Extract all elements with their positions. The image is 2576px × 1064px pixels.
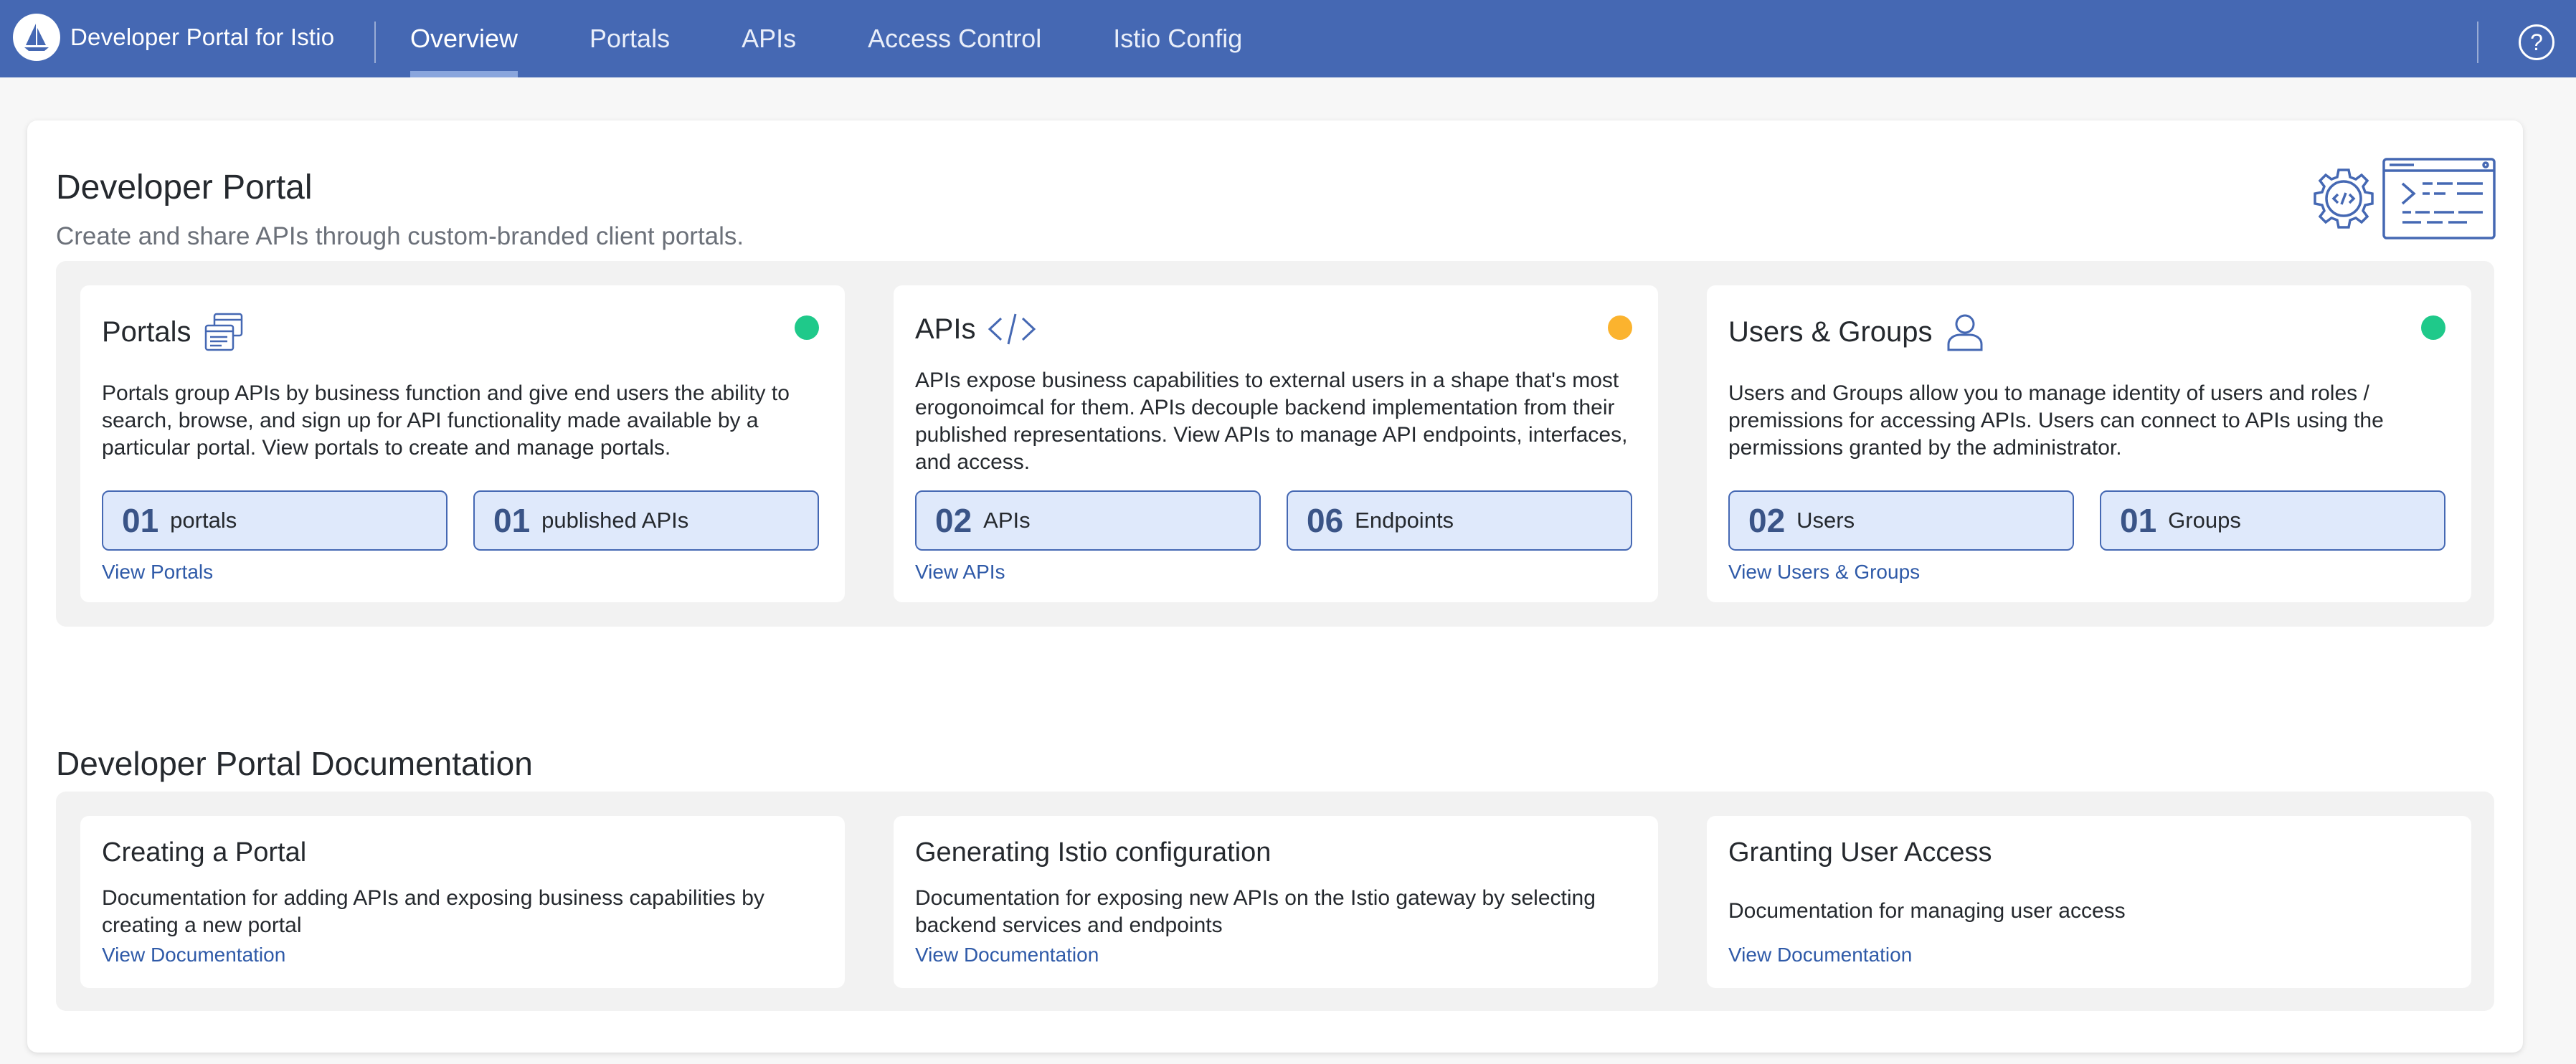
stat-label: portals [170,508,237,533]
main-nav: Overview Portals APIs Access Control Ist… [376,0,1242,77]
doc-description: Documentation for exposing new APIs on t… [915,886,1596,937]
help-divider [2477,22,2478,63]
portals-card-title: Portals [102,315,191,348]
stat-number: 01 [2120,502,2157,539]
user-icon [1944,311,1986,353]
stat-label: Endpoints [1355,508,1454,533]
users-groups-description: Users and Groups allow you to manage ide… [1728,381,2384,460]
users-groups-card-title: Users & Groups [1728,315,1933,348]
page-subtitle: Create and share APIs through custom-bra… [56,222,744,250]
users-count-stat: 02 Users [1728,490,2074,551]
gear-code-icon [2311,166,2377,235]
summary-section: Portals Portals group APIs by business f… [56,261,2494,627]
docs-section: Creating a Portal Documentation for addi… [56,792,2494,1011]
stat-label: Users [1796,508,1855,533]
portals-card-header: Portals [102,311,245,353]
tab-apis[interactable]: APIs [742,0,796,77]
page-title: Developer Portal [56,168,313,206]
portals-count-stat: 01 portals [102,490,448,551]
users-groups-status-dot [2421,315,2445,340]
endpoints-count-stat: 06 Endpoints [1287,490,1632,551]
doc-card-creating-portal: Creating a Portal Documentation for addi… [80,816,845,988]
portals-card: Portals Portals group APIs by business f… [80,285,845,602]
users-groups-card: Users & Groups Users and Groups allow yo… [1707,285,2471,602]
apis-card-header: APIs [915,311,1037,347]
apis-description: APIs expose business capabilities to ext… [915,369,1628,474]
portals-description: Portals group APIs by business function … [102,381,790,460]
tab-portals[interactable]: Portals [589,0,670,77]
apis-status-dot [1608,315,1632,340]
portals-status-dot [795,315,819,340]
doc-description: Documentation for managing user access [1728,899,2126,923]
doc-title: Granting User Access [1728,837,1992,868]
view-documentation-link[interactable]: View Documentation [915,944,1099,966]
app-title: Developer Portal for Istio [70,24,335,50]
view-apis-link[interactable]: View APIs [915,561,1005,584]
stat-number: 01 [122,502,159,539]
stat-number: 01 [493,502,531,539]
portals-icon [203,311,245,353]
overview-panel: Developer Portal Create and share APIs t… [27,120,2523,1053]
hero-illustration [2311,158,2496,243]
tab-access-control[interactable]: Access Control [868,0,1041,77]
published-apis-stat: 01 published APIs [473,490,819,551]
top-nav-bar: Developer Portal for Istio Overview Port… [0,0,2576,77]
stat-number: 06 [1307,502,1344,539]
docs-section-title: Developer Portal Documentation [56,745,533,782]
view-portals-link[interactable]: View Portals [102,561,213,584]
stat-label: Groups [2168,508,2241,533]
brand[interactable]: Developer Portal for Istio [13,14,334,61]
stat-number: 02 [935,502,972,539]
help-button[interactable]: ? [2519,24,2554,60]
tab-overview[interactable]: Overview [410,0,518,77]
view-documentation-link[interactable]: View Documentation [1728,944,1912,966]
stat-number: 02 [1748,502,1786,539]
apis-card: APIs APIs expose business capabilities t… [894,285,1658,602]
groups-count-stat: 01 Groups [2100,490,2445,551]
terminal-window-icon [2382,158,2496,243]
users-groups-card-header: Users & Groups [1728,311,1986,353]
view-users-groups-link[interactable]: View Users & Groups [1728,561,1920,584]
tab-istio-config[interactable]: Istio Config [1113,0,1242,77]
code-icon [987,311,1037,347]
doc-card-user-access: Granting User Access Documentation for m… [1707,816,2471,988]
stat-label: APIs [983,508,1031,533]
view-documentation-link[interactable]: View Documentation [102,944,285,966]
apis-count-stat: 02 APIs [915,490,1261,551]
sailboat-logo-icon [13,14,60,61]
doc-card-istio-config: Generating Istio configuration Documenta… [894,816,1658,988]
doc-description: Documentation for adding APIs and exposi… [102,886,764,937]
apis-card-title: APIs [915,313,976,345]
stat-label: published APIs [541,508,689,533]
doc-title: Generating Istio configuration [915,837,1272,868]
doc-title: Creating a Portal [102,837,307,868]
help-icon: ? [2530,29,2543,55]
